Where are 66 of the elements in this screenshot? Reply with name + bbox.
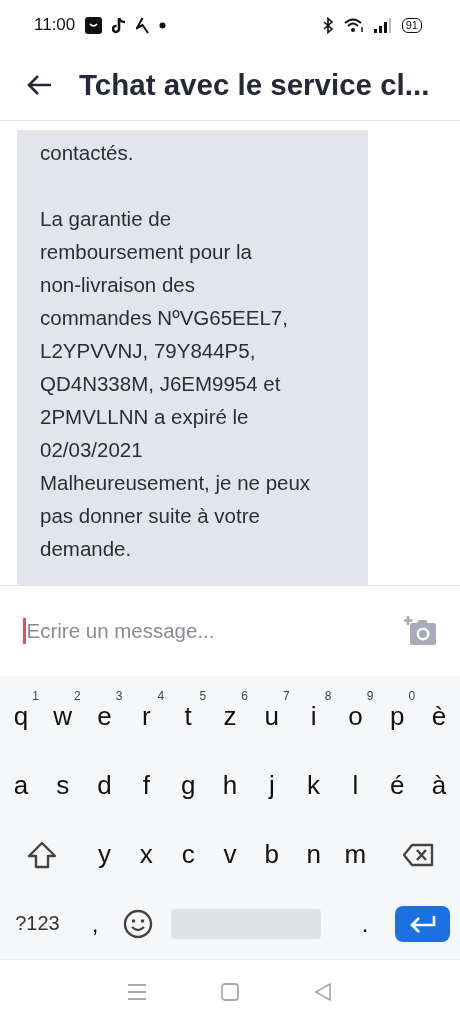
keyboard-key[interactable]: à xyxy=(418,755,460,816)
keyboard-key[interactable]: o 9 xyxy=(334,686,377,747)
keyboard-key[interactable]: . xyxy=(345,893,385,954)
key-hint: 7 xyxy=(283,688,290,703)
keyboard-key[interactable]: f xyxy=(125,755,168,816)
smiley-icon xyxy=(123,908,153,939)
keyboard-key[interactable]: a xyxy=(0,755,42,816)
status-time: 11:00 xyxy=(34,15,76,35)
shift-icon xyxy=(26,840,57,869)
keyboard-key[interactable]: d xyxy=(83,755,126,816)
keyboard-key[interactable]: v xyxy=(209,824,251,885)
wifi-icon xyxy=(343,17,364,33)
keyboard-key[interactable]: p 0 xyxy=(376,686,419,747)
keyboard-key[interactable]: h xyxy=(209,755,251,816)
menu-icon xyxy=(126,982,147,1001)
keyboard-key[interactable]: s xyxy=(41,755,84,816)
signal-icon xyxy=(373,17,392,33)
key-hint: 3 xyxy=(115,688,123,703)
enter-icon xyxy=(408,914,437,933)
back-button[interactable] xyxy=(26,74,52,96)
key-hint: 5 xyxy=(199,688,207,703)
keyboard-key[interactable]: i 8 xyxy=(292,686,335,747)
keyboard-key[interactable]: y xyxy=(83,824,126,885)
battery-level: 91 xyxy=(401,17,422,33)
keyboard-key[interactable]: t 5 xyxy=(167,686,210,747)
keyboard-key[interactable]: l xyxy=(334,755,377,816)
keyboard-key[interactable]: z 6 xyxy=(209,686,251,747)
keyboard-key[interactable]: w 2 xyxy=(41,686,84,747)
keyboard-key[interactable]: , xyxy=(75,893,115,954)
back-triangle-icon xyxy=(313,982,334,1001)
key-hint: 4 xyxy=(157,688,165,703)
keyboard-key[interactable]: k xyxy=(292,755,335,816)
keyboard-key[interactable]: è xyxy=(418,686,460,747)
key-hint: 9 xyxy=(366,688,374,703)
keyboard-key[interactable]: x xyxy=(125,824,168,885)
enter-key[interactable] xyxy=(395,905,450,942)
keyboard-key[interactable]: c xyxy=(167,824,210,885)
key-hint: 0 xyxy=(408,688,416,703)
square-icon xyxy=(220,982,240,1001)
key-hint: 2 xyxy=(73,688,81,703)
keyboard-key[interactable]: g xyxy=(167,755,210,816)
keyboard-key[interactable]: é xyxy=(376,755,419,816)
keyboard-key[interactable]: m xyxy=(334,824,377,885)
key-hint: 6 xyxy=(241,688,248,703)
bolt-icon xyxy=(136,16,150,34)
symbols-key[interactable]: ?123 xyxy=(0,893,75,954)
shopping-bag-icon xyxy=(85,16,103,34)
message-input[interactable]: Ecrire un message... xyxy=(26,619,404,643)
keyboard-key[interactable]: b xyxy=(250,824,293,885)
backspace-icon xyxy=(402,842,435,867)
bluetooth-icon xyxy=(322,16,334,34)
back-arrow-icon xyxy=(26,74,52,96)
keyboard-key[interactable]: u 7 xyxy=(250,686,293,747)
dot-icon xyxy=(159,21,167,29)
message-text: La garantie de remboursement pour la non-livraison des commandes NºVG65EEL7, L2YPVVNJ, 79Y844P5, QD4N338M, J6EM9954 et 2PMVLLNN a expiré le 02/03/2021 Malheureusement, je ne peux pas donner suite à votre demande. xyxy=(40,206,312,562)
music-note-icon xyxy=(112,16,127,34)
keyboard-key[interactable]: j xyxy=(250,755,293,816)
key-hint: 1 xyxy=(32,688,39,703)
chat-title: Tchat avec le service cl... xyxy=(79,68,430,102)
message-text: contactés. xyxy=(40,140,135,166)
keyboard-key[interactable]: q 1 xyxy=(0,686,42,747)
keyboard-key[interactable]: e 3 xyxy=(83,686,126,747)
key-hint: 8 xyxy=(324,688,332,703)
text-cursor xyxy=(23,618,26,644)
keyboard-key[interactable]: r 4 xyxy=(125,686,168,747)
keyboard-key[interactable]: n xyxy=(292,824,335,885)
